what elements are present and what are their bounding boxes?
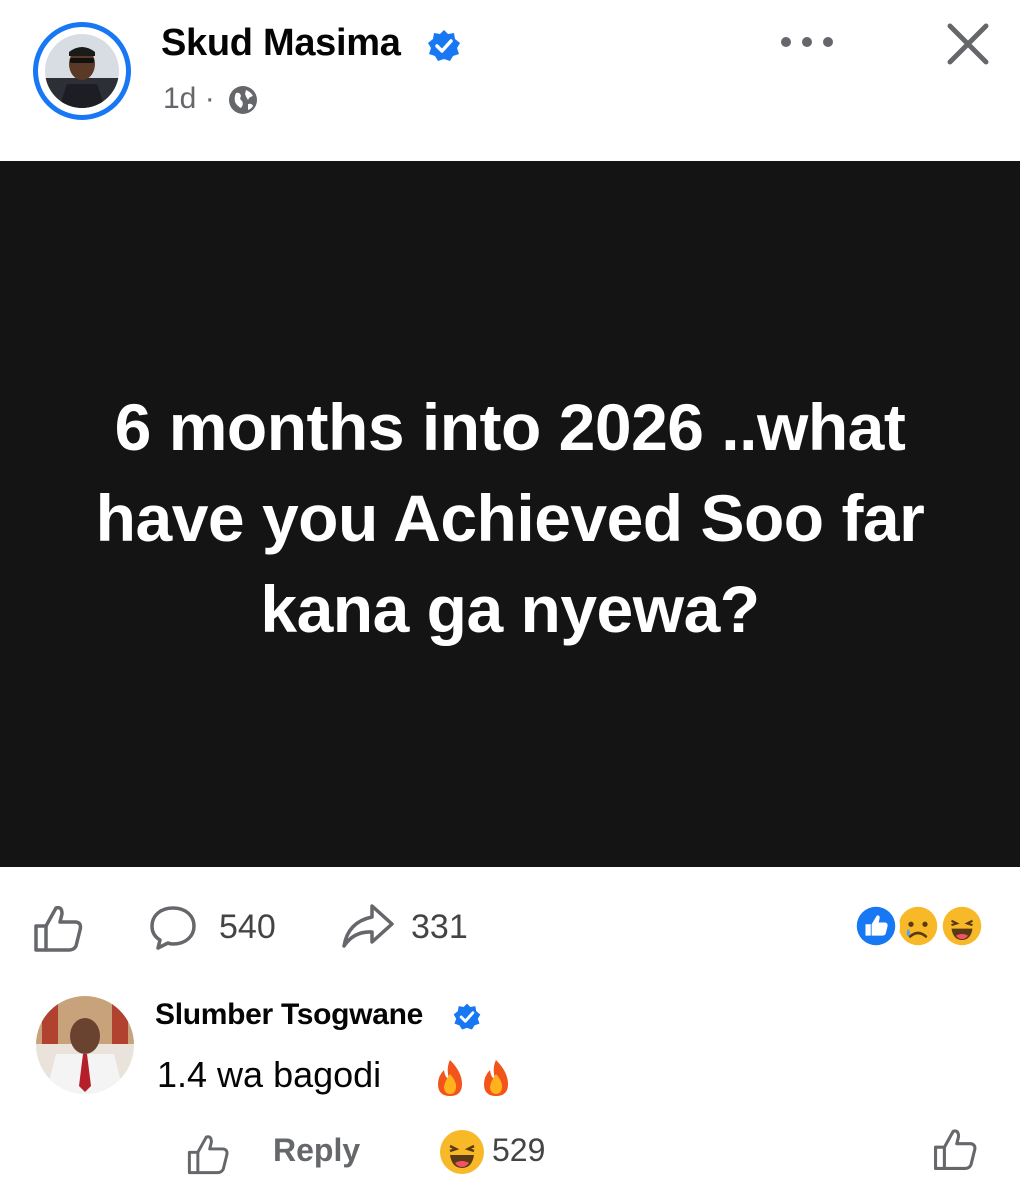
commenter-name[interactable]: Slumber Tsogwane xyxy=(155,998,423,1032)
comment-count[interactable]: 540 xyxy=(219,908,276,947)
comment-icon[interactable] xyxy=(148,904,198,950)
fire-emoji-icon xyxy=(438,1060,462,1096)
like-reaction-icon xyxy=(852,902,900,950)
close-icon[interactable] xyxy=(944,20,992,68)
reply-button[interactable]: Reply xyxy=(273,1132,360,1169)
sad-reaction-icon xyxy=(894,902,942,950)
share-count[interactable]: 331 xyxy=(411,908,468,947)
meta-separator: · xyxy=(204,82,215,115)
post-content-card: 6 months into 2026 ..what have you Achie… xyxy=(0,161,1020,867)
share-icon[interactable] xyxy=(340,902,396,950)
like-icon[interactable] xyxy=(32,902,84,954)
comment-like-icon[interactable] xyxy=(186,1132,230,1176)
post-view: Skud Masima 1d · 6 months into 2026 ..wh… xyxy=(0,0,1020,1200)
verified-icon xyxy=(428,30,460,61)
commenter-avatar[interactable] xyxy=(36,996,134,1094)
author-avatar-image xyxy=(45,34,119,108)
post-actions: 540 331 xyxy=(0,880,1020,980)
post-text: 6 months into 2026 ..what have you Achie… xyxy=(95,389,925,646)
haha-reaction-icon xyxy=(938,902,986,950)
comment-like-icon[interactable] xyxy=(932,1126,978,1172)
author-avatar[interactable] xyxy=(33,22,131,120)
comment-text: 1.4 wa bagodi xyxy=(157,1054,382,1095)
fire-emoji-icon xyxy=(484,1060,508,1096)
post-header: Skud Masima 1d · xyxy=(0,0,1020,160)
comment-item: Slumber Tsogwane 1.4 wa bagodi Reply 529 xyxy=(0,990,1020,1200)
author-name[interactable]: Skud Masima xyxy=(161,22,401,65)
comment-reaction-count[interactable]: 529 xyxy=(492,1132,545,1169)
post-meta: 1d · xyxy=(163,82,215,116)
haha-reaction-icon[interactable] xyxy=(438,1128,486,1176)
more-options-icon[interactable] xyxy=(778,32,836,52)
reaction-summary[interactable] xyxy=(852,902,986,952)
post-time[interactable]: 1d xyxy=(163,82,196,115)
verified-icon xyxy=(453,1003,481,1030)
globe-icon xyxy=(229,86,257,114)
